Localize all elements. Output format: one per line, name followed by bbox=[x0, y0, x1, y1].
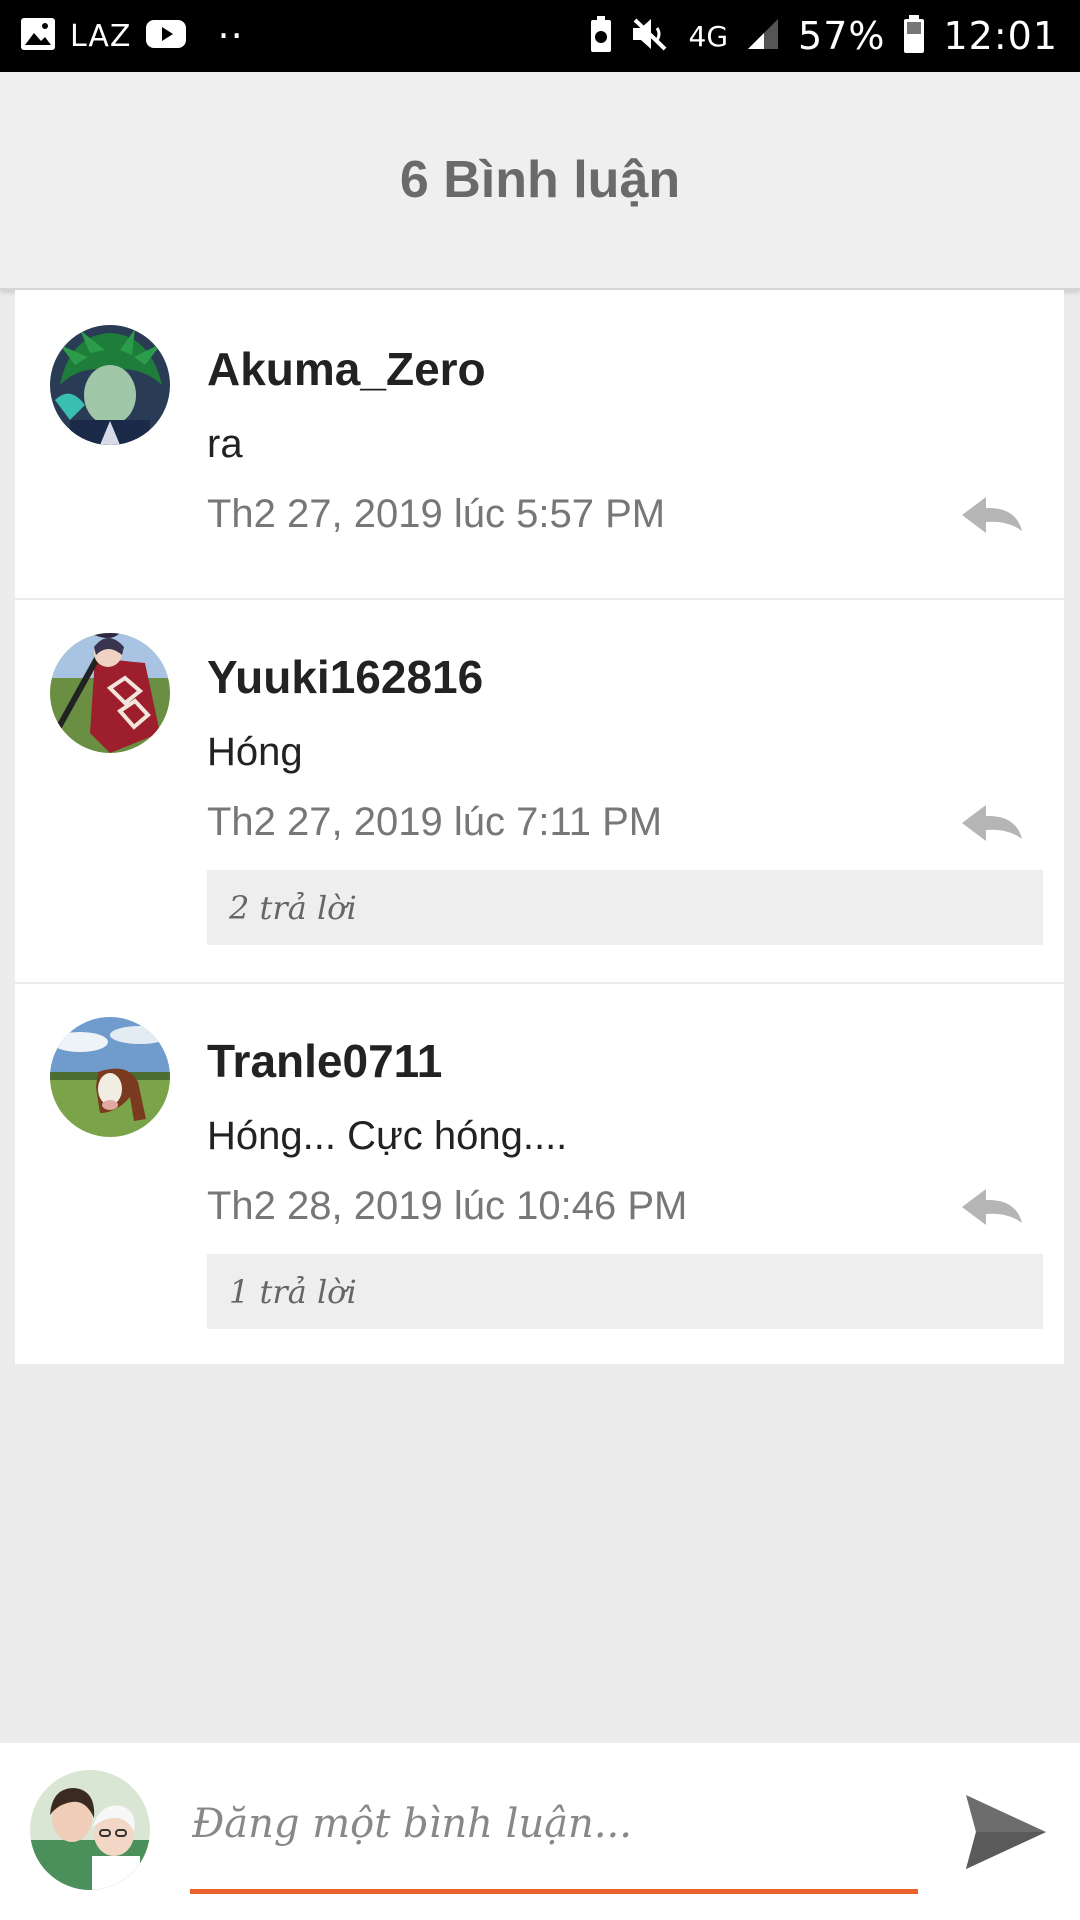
comment-username[interactable]: Tranle0711 bbox=[207, 1034, 442, 1088]
reply-arrow-icon[interactable] bbox=[960, 803, 1024, 843]
clock: 12:01 bbox=[943, 14, 1058, 58]
mute-icon bbox=[631, 16, 671, 57]
reply-arrow-icon[interactable] bbox=[960, 1187, 1024, 1227]
comment-item: Yuuki162816 Hóng Th2 27, 2019 lúc 7:11 P… bbox=[15, 598, 1064, 984]
battery-percent: 57% bbox=[798, 14, 886, 58]
comment-text: Hóng bbox=[207, 730, 303, 774]
view-replies-button[interactable]: 2 trả lời bbox=[207, 870, 1043, 945]
comment-input[interactable] bbox=[190, 1793, 922, 1855]
current-user-avatar[interactable] bbox=[30, 1770, 150, 1890]
comment-timestamp: Th2 27, 2019 lúc 7:11 PM bbox=[207, 800, 663, 844]
image-icon bbox=[20, 17, 56, 56]
comment-username[interactable]: Yuuki162816 bbox=[207, 650, 483, 704]
comment-username[interactable]: Akuma_Zero bbox=[207, 342, 486, 396]
view-replies-button[interactable]: 1 trả lời bbox=[207, 1254, 1043, 1329]
comment-timestamp: Th2 28, 2019 lúc 10:46 PM bbox=[207, 1184, 688, 1228]
comment-item: Tranle0711 Hóng... Cực hóng.... Th2 28, … bbox=[15, 982, 1064, 1364]
status-dots: ·· bbox=[217, 14, 244, 58]
avatar[interactable] bbox=[50, 633, 170, 753]
battery-saver-icon bbox=[589, 15, 613, 58]
signal-icon bbox=[746, 17, 780, 56]
avatar[interactable] bbox=[50, 325, 170, 445]
comment-item: Akuma_Zero ra Th2 27, 2019 lúc 5:57 PM bbox=[15, 290, 1064, 600]
comment-composer bbox=[0, 1743, 1080, 1920]
page-title: 6 Bình luận bbox=[399, 151, 681, 209]
comment-text: Hóng... Cực hóng.... bbox=[207, 1114, 568, 1158]
comment-timestamp: Th2 27, 2019 lúc 5:57 PM bbox=[207, 492, 666, 536]
carrier-label: LAZ bbox=[70, 18, 132, 54]
youtube-icon bbox=[145, 18, 187, 55]
input-underline bbox=[190, 1889, 918, 1894]
comment-text: ra bbox=[207, 422, 243, 466]
network-label: 4G bbox=[688, 19, 729, 53]
battery-icon bbox=[903, 14, 925, 59]
avatar[interactable] bbox=[50, 1017, 170, 1137]
send-icon[interactable] bbox=[962, 1791, 1048, 1873]
comments-header: 6 Bình luận bbox=[0, 72, 1080, 290]
status-bar: LAZ ·· 4G 57% 12:01 bbox=[0, 0, 1080, 72]
comment-list: Akuma_Zero ra Th2 27, 2019 lúc 5:57 PM Y… bbox=[15, 290, 1064, 1364]
reply-arrow-icon[interactable] bbox=[960, 495, 1024, 535]
